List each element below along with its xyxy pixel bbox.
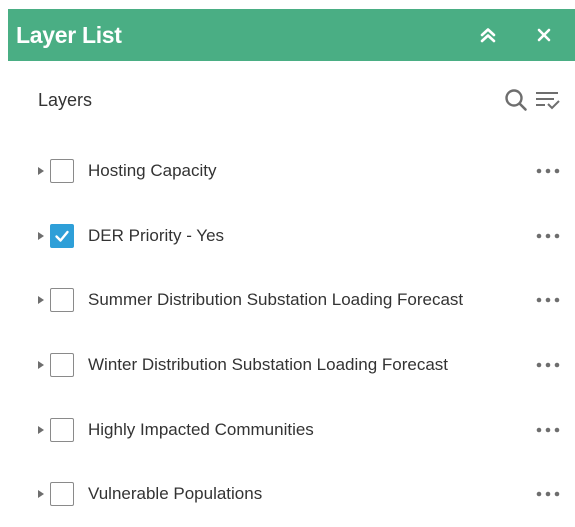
filter-options-button[interactable] xyxy=(533,85,563,115)
layer-label: Hosting Capacity xyxy=(88,161,217,181)
layer-visibility-checkbox[interactable] xyxy=(50,223,74,248)
layer-label: DER Priority - Yes xyxy=(88,225,225,245)
layer-label: Summer Distribution Substation Loading F… xyxy=(88,290,464,310)
layer-options-button[interactable] xyxy=(530,484,566,504)
caret-right-icon xyxy=(38,296,44,305)
filter-list-icon xyxy=(536,92,560,110)
panel-title: Layer List xyxy=(16,21,122,48)
layer-list: Hosting Capacity DER Priority - Yes Summ… xyxy=(8,139,575,527)
expand-layer-button[interactable] xyxy=(34,290,48,310)
layer-visibility-checkbox[interactable] xyxy=(50,288,74,313)
layer-options-button[interactable] xyxy=(530,226,566,246)
expand-layer-button[interactable] xyxy=(34,420,48,440)
expand-layer-button[interactable] xyxy=(34,161,48,181)
expand-layer-button[interactable] xyxy=(34,484,48,504)
layer-options-button[interactable] xyxy=(530,161,566,181)
caret-right-icon xyxy=(38,490,44,499)
caret-right-icon xyxy=(38,361,44,370)
layer-visibility-checkbox[interactable] xyxy=(50,482,74,507)
layer-options-button[interactable] xyxy=(530,420,566,440)
more-horizontal-icon xyxy=(536,491,560,497)
layer-row: Summer Distribution Substation Loading F… xyxy=(8,268,575,333)
layers-toolbar: Layers xyxy=(8,61,575,139)
expand-layer-button[interactable] xyxy=(34,355,48,375)
layer-list-panel: Layer List Layers Hosting Capacity DER P… xyxy=(8,9,575,514)
layers-heading: Layers xyxy=(38,89,93,110)
collapse-button[interactable] xyxy=(471,18,505,52)
search-icon xyxy=(505,89,527,111)
layer-label: Vulnerable Populations xyxy=(88,484,263,504)
layer-label: Winter Distribution Substation Loading F… xyxy=(88,355,449,375)
layer-row: DER Priority - Yes xyxy=(8,204,575,269)
more-horizontal-icon xyxy=(536,362,560,368)
more-horizontal-icon xyxy=(536,298,560,303)
layer-visibility-checkbox[interactable] xyxy=(50,159,74,184)
more-horizontal-icon xyxy=(536,168,560,174)
more-horizontal-icon xyxy=(536,427,560,432)
caret-right-icon xyxy=(38,425,44,434)
search-button[interactable] xyxy=(501,85,531,115)
close-icon xyxy=(537,28,551,42)
double-chevron-up-icon xyxy=(480,28,496,43)
layer-visibility-checkbox[interactable] xyxy=(50,417,74,442)
layer-row: Hosting Capacity xyxy=(8,139,575,204)
expand-layer-button[interactable] xyxy=(34,226,48,246)
more-horizontal-icon xyxy=(536,233,560,239)
layer-visibility-checkbox[interactable] xyxy=(50,353,74,378)
layer-options-button[interactable] xyxy=(530,355,566,375)
close-button[interactable] xyxy=(527,18,561,52)
caret-right-icon xyxy=(38,167,44,176)
layer-label: Highly Impacted Communities xyxy=(88,419,314,439)
checkmark-icon xyxy=(55,230,69,242)
layer-options-button[interactable] xyxy=(530,290,566,310)
panel-header: Layer List xyxy=(8,9,575,61)
layer-row: Winter Distribution Substation Loading F… xyxy=(8,333,575,398)
caret-right-icon xyxy=(38,231,44,240)
layer-row: Vulnerable Populations xyxy=(8,462,575,527)
layer-row: Highly Impacted Communities xyxy=(8,397,575,462)
